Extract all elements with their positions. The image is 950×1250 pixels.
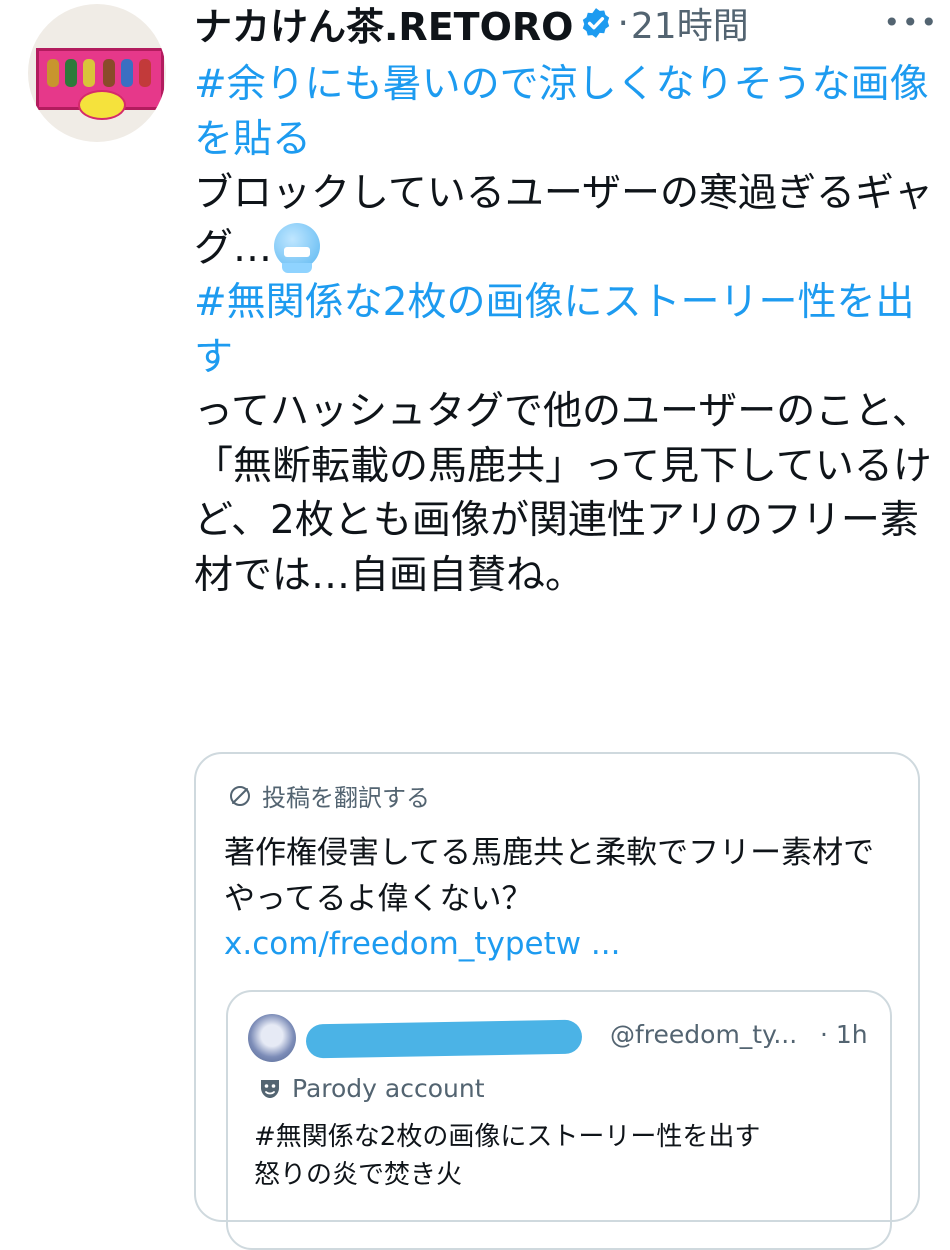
- nested-post-line: 怒りの炎で焚き火: [254, 1160, 463, 1190]
- hashtag-link[interactable]: #無関係な2枚の画像にストーリー性を出す: [194, 280, 915, 380]
- tweet-text: ってハッシュタグで他のユーザーのこと、「無断転載の馬鹿共」って見下しているけど、…: [194, 389, 932, 598]
- timestamp[interactable]: 21時間: [631, 0, 749, 49]
- nested-quoted-post[interactable]: @freedom_ty... · 1h Parody account #無関係な…: [226, 990, 892, 1250]
- nested-timestamp[interactable]: · 1h: [820, 1020, 868, 1049]
- quoted-text: 著作権侵害してる馬鹿共と柔軟でフリー素材でやってるよ偉くない？: [224, 835, 875, 917]
- translate-icon: [230, 785, 250, 806]
- quoted-link[interactable]: x.com/freedom_typetw ...: [224, 926, 621, 962]
- nested-author-avatar[interactable]: [248, 1014, 296, 1062]
- redacted-author-name: [305, 1019, 583, 1059]
- translate-label: 投稿を翻訳する: [262, 784, 430, 812]
- more-options-icon[interactable]: •••: [883, 6, 939, 39]
- author-avatar[interactable]: [28, 4, 166, 142]
- author-name[interactable]: ナカけん茶.RETORO: [194, 0, 573, 51]
- parody-account-label: Parody account: [258, 1074, 485, 1103]
- verified-badge-icon: [583, 8, 610, 38]
- tweet-body: #余りにも暑いので涼しくなりそうな画像を貼る ブロックしているユーザーの寒過ぎる…: [194, 58, 934, 603]
- header-separator: ·: [617, 2, 629, 44]
- translate-post-button[interactable]: 投稿を翻訳する: [228, 778, 430, 813]
- parody-label-text: Parody account: [292, 1074, 485, 1103]
- cold-face-emoji-icon: [274, 222, 321, 273]
- tweet-header: ナカけん茶.RETORO · 21時間 •••: [194, 0, 939, 49]
- quoted-post[interactable]: 投稿を翻訳する 著作権侵害してる馬鹿共と柔軟でフリー素材でやってるよ偉くない？ …: [194, 752, 920, 1250]
- nested-post-line: #無関係な2枚の画像にストーリー性を出す: [254, 1122, 761, 1152]
- parody-mask-icon: [261, 1079, 279, 1098]
- avatar-badge: [78, 90, 126, 120]
- hashtag-link[interactable]: #余りにも暑いので涼しくなりそうな画像を貼る: [194, 62, 929, 162]
- nested-post-text: #無関係な2枚の画像にストーリー性を出す 怒りの炎で焚き火: [254, 1118, 874, 1194]
- nested-author-handle[interactable]: @freedom_ty...: [610, 1020, 797, 1049]
